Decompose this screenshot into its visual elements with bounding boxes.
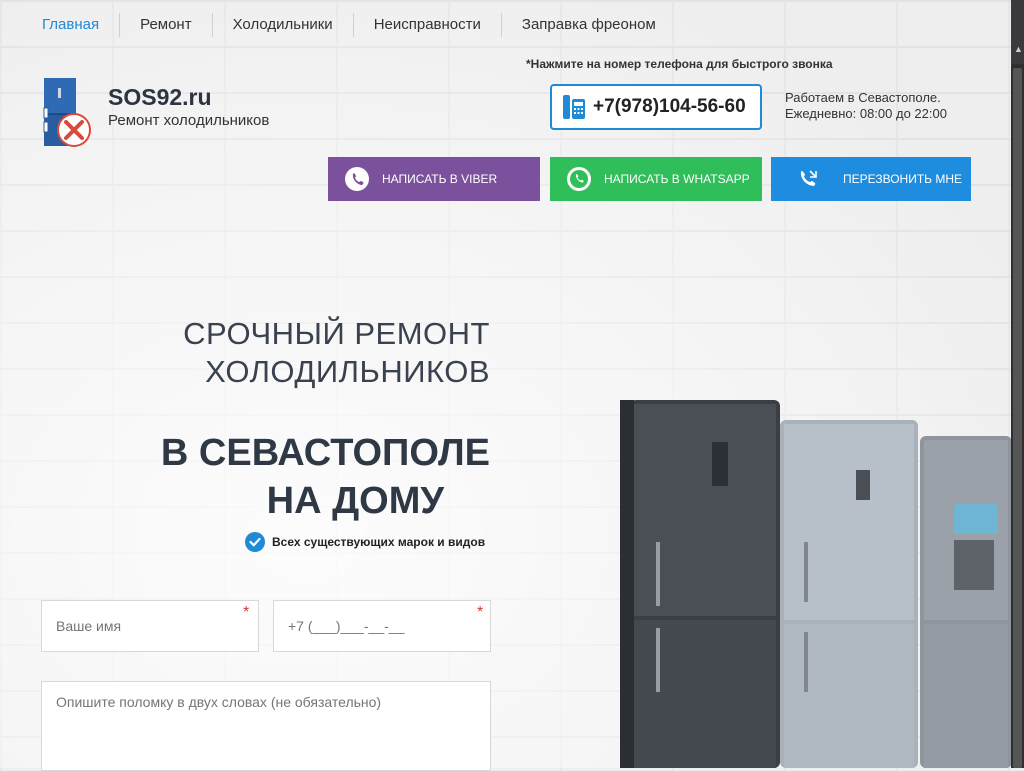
top-navigation: Главная Ремонт Холодильники Неисправност… [40, 12, 676, 38]
feature-text: Всех существующих марок и видов [272, 535, 486, 549]
chevron-up-icon: ▲ [1014, 44, 1023, 54]
viber-button-label: НАПИСАТЬ В VIBER [382, 172, 498, 186]
fridge-repair-logo-icon[interactable] [42, 78, 92, 148]
site-name[interactable]: SOS92.ru [108, 84, 212, 111]
nav-link-freon[interactable]: Заправка фреоном [500, 13, 676, 37]
phone-number: +7(978)104-56-60 [593, 96, 746, 117]
write-whatsapp-button[interactable]: НАПИСАТЬ В WHATSAPP [550, 157, 762, 201]
hero-headline-home: НА ДОМУ [266, 480, 444, 522]
hero-title-line2: ХОЛОДИЛЬНИКОВ [205, 354, 490, 389]
problem-description-textarea[interactable] [41, 681, 491, 771]
whatsapp-icon [567, 167, 591, 191]
hero-headline-city: В СЕВАСТОПОЛЕ [160, 432, 490, 474]
hero-title-line1: СРОЧНЫЙ РЕМОНТ [183, 316, 490, 351]
required-mark: * [243, 604, 250, 621]
name-input[interactable] [41, 600, 259, 652]
write-viber-button[interactable]: НАПИСАТЬ В VIBER [328, 157, 540, 201]
feature-check-row: Всех существующих марок и видов [245, 532, 485, 552]
scrollbar[interactable]: ▲ [1011, 0, 1024, 768]
call-hint-text: *Нажмите на номер телефона для быстрого … [526, 57, 833, 71]
phone-callback-icon [800, 170, 817, 186]
phone-input[interactable] [273, 600, 491, 652]
required-mark: * [477, 604, 484, 621]
work-city-text: Работаем в Севастополе. [785, 90, 941, 105]
whatsapp-button-label: НАПИСАТЬ В WHATSAPP [604, 172, 750, 186]
scrollbar-thumb[interactable] [1013, 68, 1022, 768]
checkmark-icon [245, 532, 265, 552]
nav-link-repair[interactable]: Ремонт [119, 13, 212, 37]
desk-phone-icon [563, 95, 585, 119]
viber-icon [345, 167, 369, 191]
refrigerators-image [620, 400, 1012, 768]
work-hours-text: Ежедневно: 08:00 до 22:00 [785, 106, 947, 121]
scroll-up-button[interactable]: ▲ [1011, 0, 1024, 64]
nav-link-fridges[interactable]: Холодильники [211, 13, 353, 37]
phone-call-link[interactable]: +7(978)104-56-60 [550, 84, 762, 130]
nav-link-faults[interactable]: Неисправности [352, 13, 501, 37]
site-tagline: Ремонт холодильников [108, 112, 270, 129]
callback-button-label: ПЕРЕЗВОНИТЬ МНЕ [843, 172, 963, 186]
callback-button[interactable]: ПЕРЕЗВОНИТЬ МНЕ [771, 157, 971, 201]
nav-link-home[interactable]: Главная [40, 13, 119, 37]
